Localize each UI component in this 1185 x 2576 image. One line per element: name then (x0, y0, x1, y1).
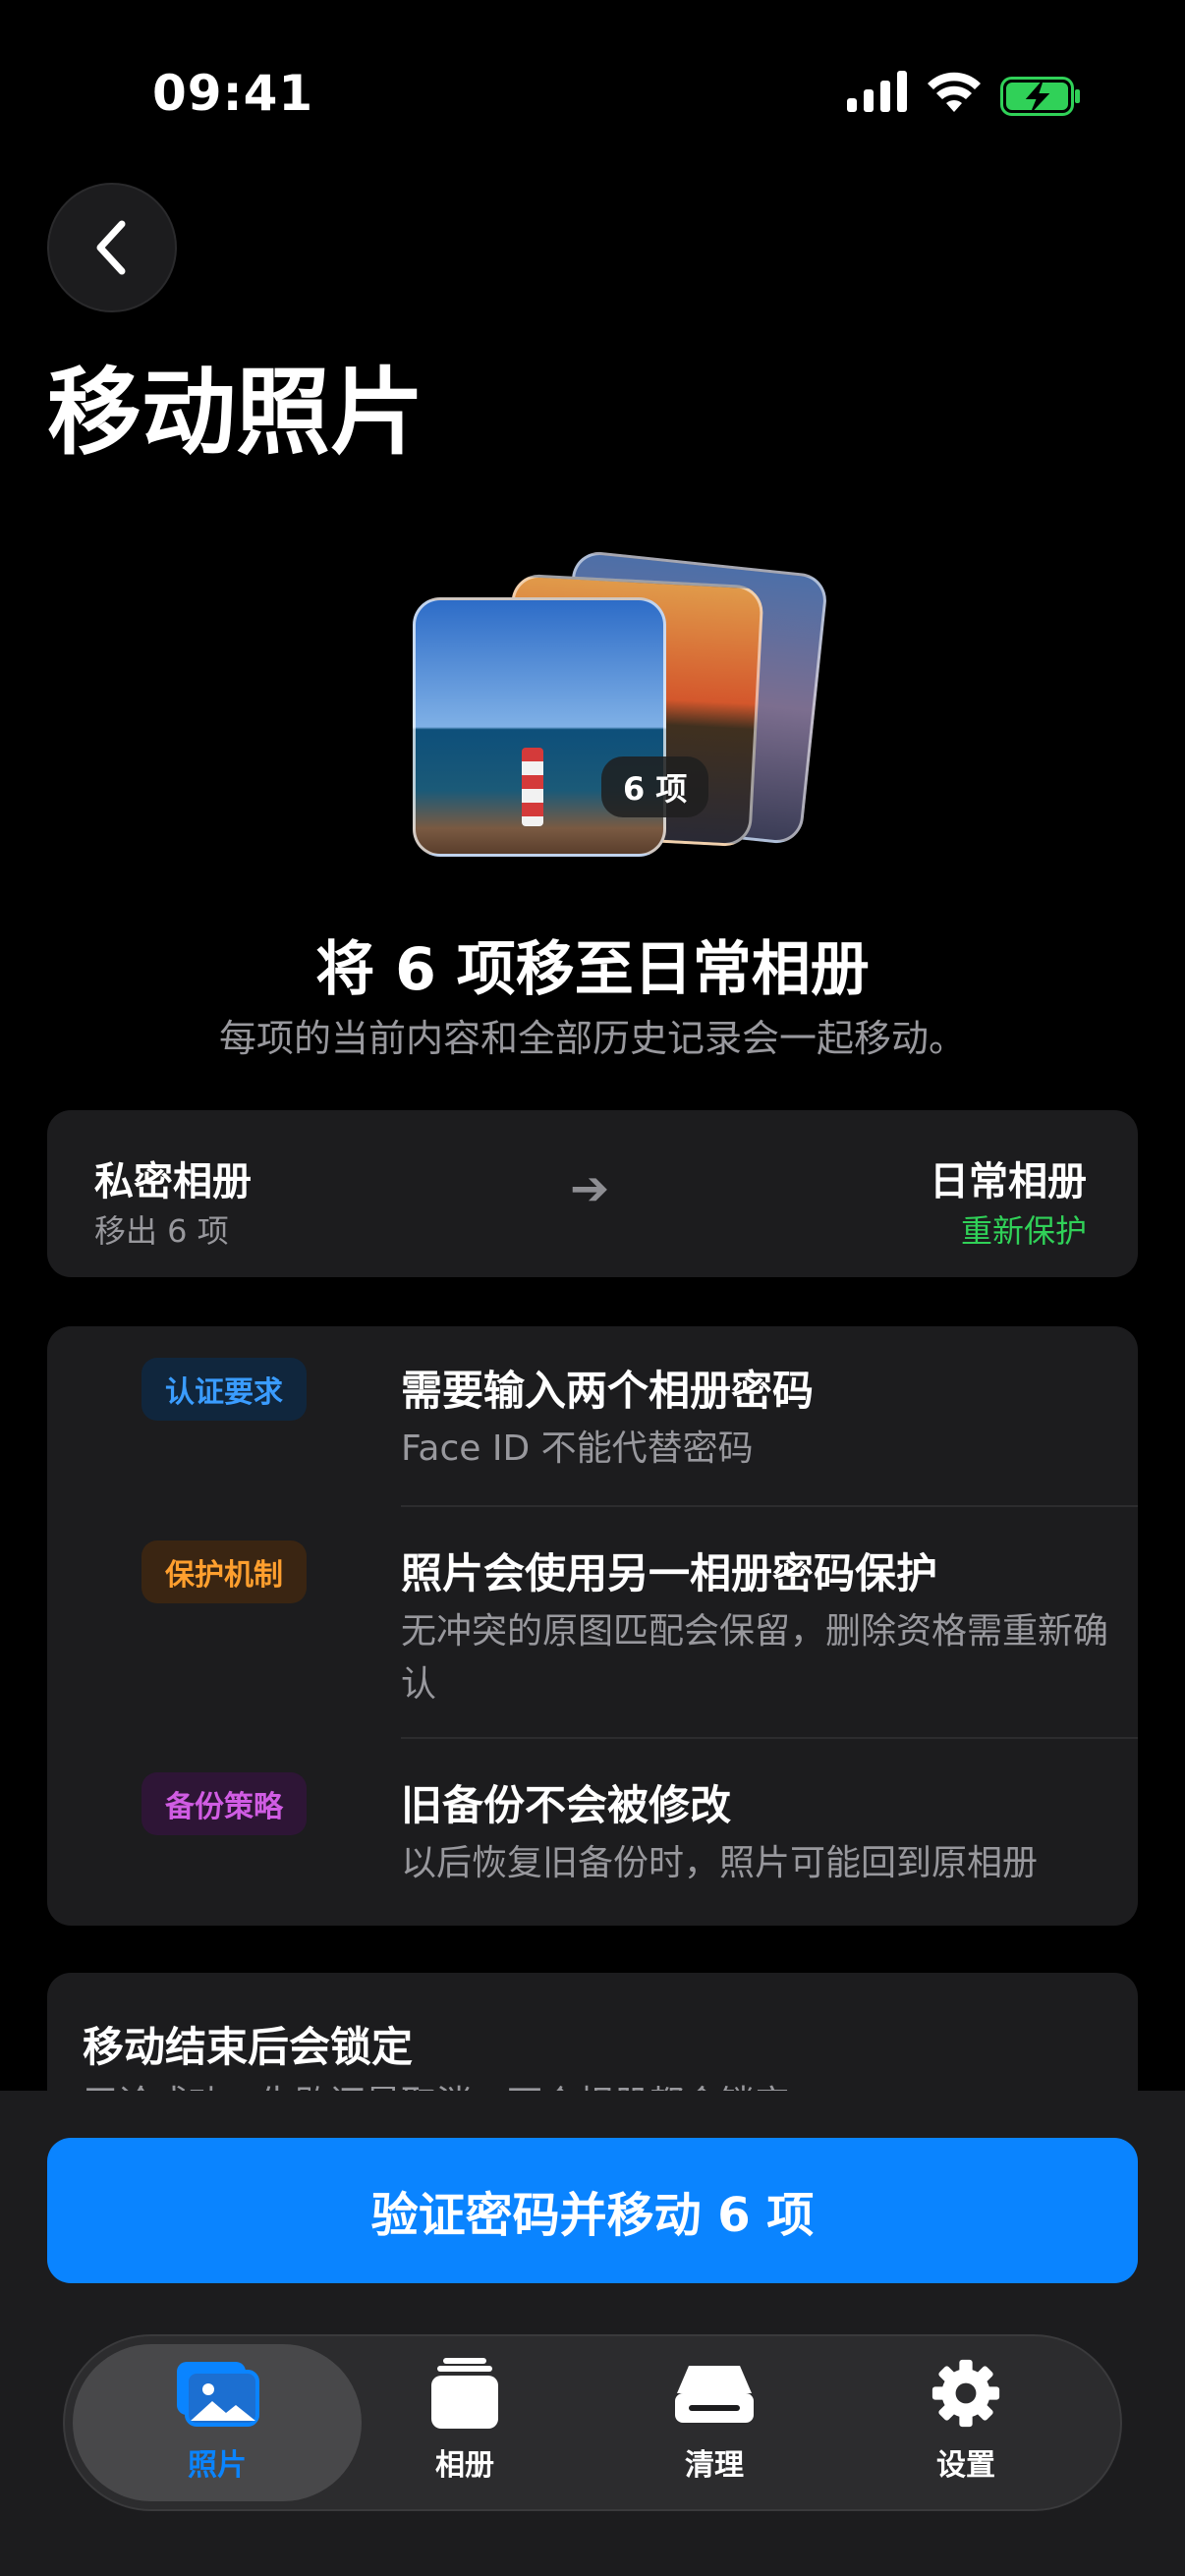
wifi-icon (928, 72, 981, 112)
destination-album-detail: 重新保护 (960, 1212, 1087, 1250)
chevron-left-icon (96, 220, 126, 275)
tab-label: 照片 (188, 2448, 247, 2483)
divider (401, 1737, 1138, 1739)
battery-charging-icon (1000, 77, 1080, 116)
albums-icon (431, 2358, 498, 2429)
requirement-desc: Face ID 不能代替密码 (401, 1428, 754, 1469)
item-count-badge: 6 项 (601, 756, 709, 817)
arrow-right-icon: ➔ (570, 1161, 610, 1216)
page-title: 移动照片 (47, 358, 424, 468)
tab-label: 设置 (936, 2448, 995, 2483)
status-time: 09:41 (152, 65, 314, 122)
requirements-card: 认证要求 需要输入两个相册密码 Face ID 不能代替密码 保护机制 照片会使… (47, 1326, 1138, 1926)
tab-settings[interactable]: 设置 (841, 2358, 1091, 2484)
tab-cleanup[interactable]: 清理 (590, 2358, 839, 2484)
protection-desc: 无冲突的原图匹配会保留，删除资格需重新确认 (401, 1611, 1109, 1705)
tab-albums[interactable]: 相册 (340, 2358, 590, 2484)
destination-album-name: 日常相册 (930, 1159, 1087, 1204)
tag-auth: 认证要求 (141, 1358, 307, 1421)
move-headline: 将 6 项移至日常相册 (315, 935, 870, 1004)
tag-backup: 备份策略 (141, 1772, 307, 1835)
tab-photos[interactable]: 照片 (92, 2358, 342, 2484)
tab-label: 清理 (685, 2448, 744, 2483)
cellular-signal-icon (847, 71, 907, 112)
lighthouse-illustration (522, 748, 543, 826)
backup-title: 旧备份不会被修改 (401, 1781, 732, 1829)
source-album-name: 私密相册 (94, 1159, 252, 1204)
move-subtitle: 每项的当前内容和全部历史记录会一起移动。 (218, 1017, 966, 1060)
tab-label: 相册 (435, 2448, 494, 2483)
protection-title: 照片会使用另一相册密码保护 (401, 1549, 938, 1597)
requirement-title: 需要输入两个相册密码 (401, 1367, 815, 1415)
source-album-detail: 移出 6 项 (94, 1212, 229, 1250)
divider (401, 1505, 1138, 1507)
back-button[interactable] (47, 183, 177, 312)
verify-and-move-button[interactable]: 验证密码并移动 6 项 (47, 2138, 1138, 2283)
route-card: 私密相册 移出 6 项 ➔ 日常相册 重新保护 (47, 1110, 1138, 1277)
tag-protection: 保护机制 (141, 1540, 307, 1603)
lock-notice-title: 移动结束后会锁定 (83, 2023, 414, 2071)
storage-icon (675, 2366, 754, 2423)
backup-desc: 以后恢复旧备份时，照片可能回到原相册 (401, 1843, 1039, 1883)
photos-icon (177, 2362, 259, 2427)
gear-icon (931, 2359, 1000, 2428)
photo-thumbnail-front (413, 597, 666, 857)
